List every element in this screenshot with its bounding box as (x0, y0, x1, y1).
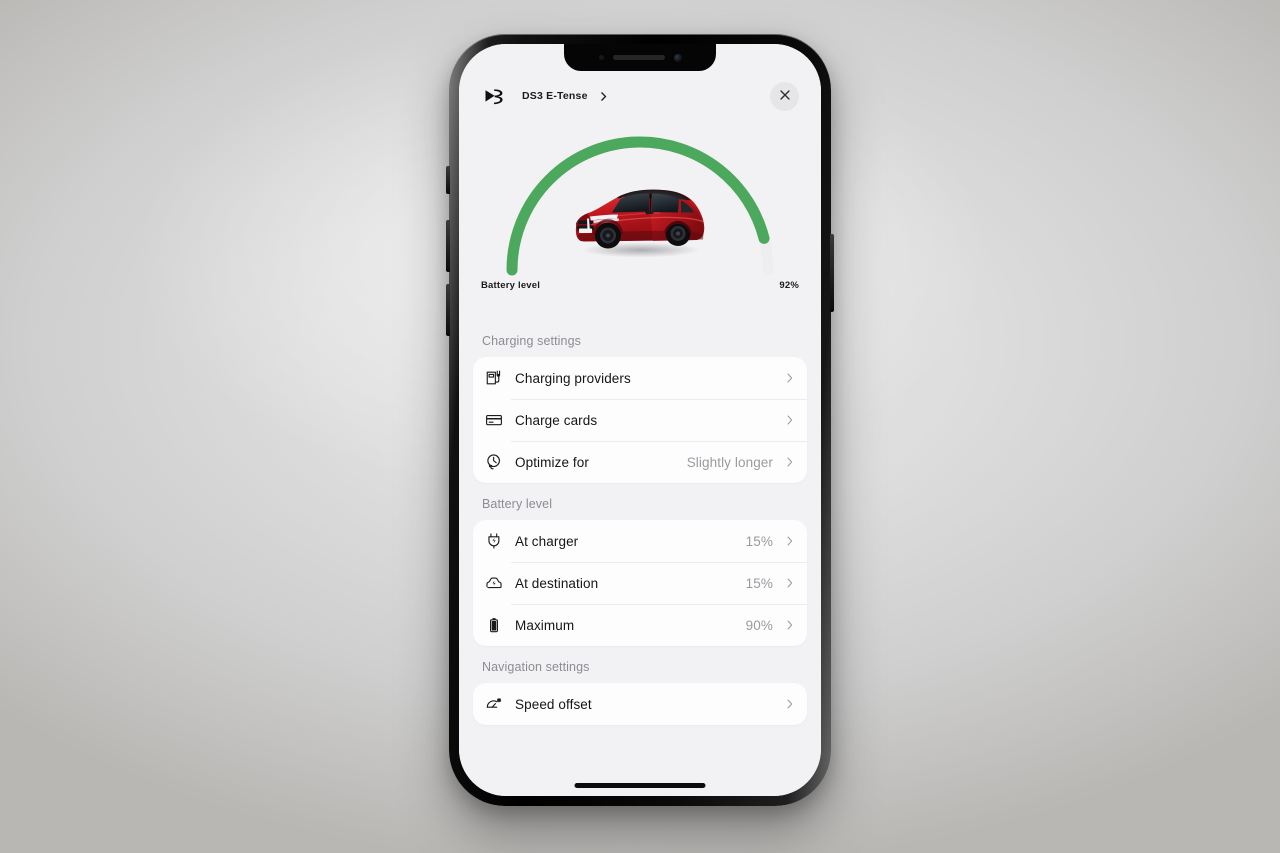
chevron-right-icon[interactable] (599, 91, 608, 102)
earpiece-speaker-icon (612, 55, 665, 60)
settings-row-label: Optimize for (515, 454, 589, 470)
settings-row[interactable]: Speed offset (473, 683, 807, 725)
settings-row-value: 15% (745, 533, 773, 549)
chevron-right-icon[interactable] (785, 456, 795, 468)
chevron-right-icon[interactable] (785, 619, 795, 631)
settings-card: At charger 15% At destination 15% Maximum 90% (473, 520, 807, 646)
gauge-labels: Battery level 92% (459, 280, 821, 291)
chevron-right-icon[interactable] (785, 414, 795, 426)
chevron-right-icon[interactable] (785, 698, 795, 710)
close-button[interactable] (770, 81, 799, 111)
settings-row[interactable]: Charge cards (473, 399, 807, 441)
settings-row-value: Slightly longer (686, 454, 773, 470)
phone-screen: DS3 E-Tense Battery level 92% Charging s… (459, 44, 821, 796)
battery-full-icon (485, 616, 503, 634)
settings-row-value: 90% (745, 617, 773, 633)
vehicle-image (575, 189, 705, 258)
home-indicator[interactable] (574, 783, 706, 788)
front-camera-icon (673, 53, 682, 62)
proximity-sensor-icon (598, 55, 604, 60)
volume-down-button[interactable] (446, 284, 450, 336)
gauge-label: Battery level (481, 280, 541, 291)
phone-device-frame: DS3 E-Tense Battery level 92% Charging s… (446, 34, 834, 806)
plug-bolt-icon (485, 532, 503, 550)
settings-row[interactable]: Optimize for Slightly longer (473, 441, 807, 483)
settings-row[interactable]: At destination 15% (473, 562, 807, 604)
settings-row[interactable]: Maximum 90% (473, 604, 807, 646)
ds-logo-icon (481, 81, 511, 111)
settings-scroll-area[interactable]: Charging settings Charging providers Charg… (459, 320, 821, 796)
ev-charging-settings-app: DS3 E-Tense Battery level 92% Charging s… (459, 44, 821, 796)
chevron-right-icon[interactable] (785, 535, 795, 547)
settings-row[interactable]: At charger 15% (473, 520, 807, 562)
settings-card: Charging providers Charge cards Optimize f… (473, 357, 807, 483)
battery-gauge: Battery level 92% (459, 120, 821, 320)
settings-row-value: 15% (745, 575, 773, 591)
settings-row-label: Charging providers (515, 370, 631, 386)
settings-row-label: Speed offset (515, 696, 592, 712)
clock-plug-icon (485, 453, 503, 471)
vehicle-name: DS3 E-Tense (522, 90, 588, 102)
settings-card: Speed offset (473, 683, 807, 725)
volume-up-button[interactable] (446, 220, 450, 272)
section-title: Navigation settings (482, 660, 590, 674)
gauge-value: 92% (779, 280, 799, 291)
car-bolt-icon (485, 574, 503, 592)
chevron-right-icon[interactable] (785, 372, 795, 384)
section-title: Charging settings (482, 334, 581, 348)
settings-row-label: Charge cards (515, 412, 598, 428)
charging-station-icon (485, 369, 503, 387)
chevron-right-icon[interactable] (785, 577, 795, 589)
settings-row[interactable]: Charging providers (473, 357, 807, 399)
settings-row-label: Maximum (515, 617, 575, 633)
silent-switch-button[interactable] (446, 166, 450, 194)
power-button[interactable] (830, 234, 834, 312)
credit-card-icon (485, 411, 503, 429)
settings-row-label: At destination (515, 575, 599, 591)
speedometer-icon (485, 695, 503, 713)
section-title: Battery level (482, 497, 553, 511)
device-notch (564, 44, 716, 71)
close-icon (779, 89, 791, 104)
settings-row-label: At charger (515, 533, 579, 549)
